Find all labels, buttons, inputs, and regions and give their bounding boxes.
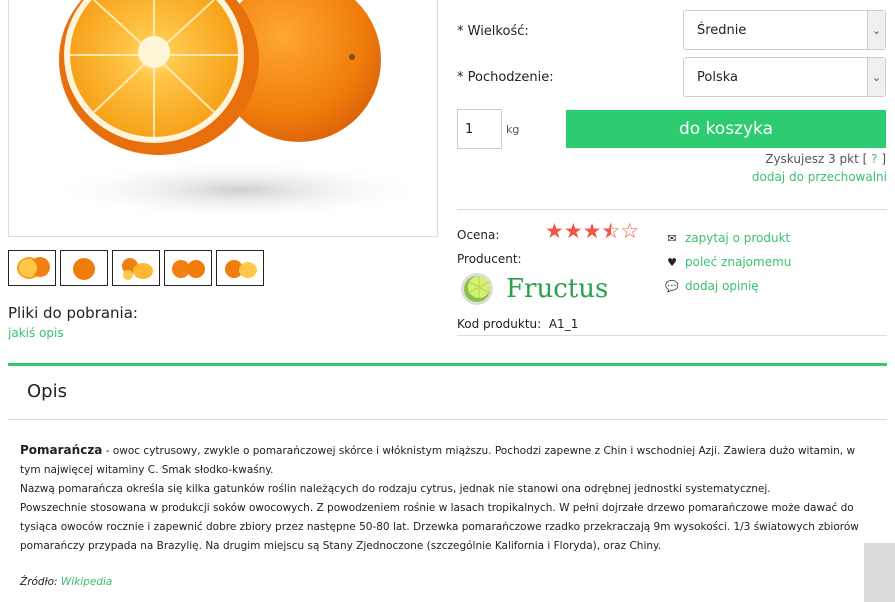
ask-about-product-link[interactable]: ✉ zapytaj o produkt [666, 226, 791, 250]
thumbnail-strip [8, 250, 264, 286]
chevron-down-icon: ⌄ [867, 58, 885, 96]
producer-name: Fructus [506, 274, 609, 304]
origin-select[interactable]: Polska ⌄ [683, 57, 886, 97]
producer-brand[interactable]: Fructus [460, 272, 608, 306]
downloads-title: Pliki do pobrania: [8, 304, 138, 322]
points-text: Zyskujesz 3 pkt [ [765, 152, 868, 166]
origin-label: * Pochodzenie: [457, 70, 554, 85]
ask-label: zapytaj o produkt [685, 231, 791, 245]
thumbnail-2[interactable] [60, 250, 108, 286]
star-empty-icon[interactable]: ☆ [620, 221, 639, 242]
rating-stars[interactable]: ★★★☆★☆ [545, 221, 639, 242]
envelope-icon: ✉ [667, 231, 677, 245]
product-code: Kod produktu: A1_1 [457, 317, 578, 331]
tab-accent-bar [8, 363, 887, 366]
divider [457, 335, 887, 336]
add-to-cart-button[interactable]: do koszyka [566, 110, 886, 148]
size-label: * Wielkość: [457, 24, 529, 39]
tab-description[interactable]: Opis [27, 381, 67, 402]
size-select[interactable]: Średnie ⌄ [683, 10, 886, 50]
description-line-3: Powszechnie stosowana w produkcji soków … [20, 502, 859, 552]
star-full-icon[interactable]: ★ [583, 221, 602, 242]
divider [8, 419, 887, 420]
comments-icon: 💬 [665, 279, 679, 293]
thumbnail-4[interactable] [164, 250, 212, 286]
size-select-value: Średnie [697, 22, 747, 38]
star-full-icon[interactable]: ★ [545, 221, 564, 242]
rating-label: Ocena: [457, 228, 500, 242]
points-help-link[interactable]: ? [871, 152, 877, 166]
scroll-to-top-button[interactable] [864, 543, 895, 602]
recommend-link[interactable]: ♥ poleć znajomemu [666, 250, 791, 274]
download-file-link[interactable]: jakiś opis [8, 326, 64, 340]
description-line-2: Nazwą pomarańcza określa się kilka gatun… [20, 483, 771, 495]
product-actions: ✉ zapytaj o produkt ♥ poleć znajomemu 💬 … [665, 226, 791, 298]
quantity-unit: kg [506, 123, 520, 136]
thumbnail-3[interactable] [112, 250, 160, 286]
source-link[interactable]: Wikipedia [61, 576, 112, 588]
chevron-down-icon: ⌄ [867, 11, 885, 49]
description-term: Pomarańcza [20, 443, 103, 457]
quantity-input[interactable]: 1 [457, 109, 502, 149]
recommend-label: poleć znajomemu [685, 255, 792, 269]
divider [457, 209, 887, 210]
description-text: Pomarańcza - owoc cytrusowy, zwykle o po… [20, 441, 878, 556]
review-label: dodaj opinię [685, 279, 759, 293]
product-main-image[interactable] [8, 0, 438, 237]
points-info: Zyskujesz 3 pkt [ ? ] [765, 152, 886, 166]
star-half-icon[interactable]: ☆★ [601, 221, 620, 242]
product-code-label: Kod produktu: [457, 317, 542, 331]
producer-label: Producent: [457, 252, 522, 266]
source-note: Źródło: Wikipedia [20, 576, 112, 588]
product-code-value: A1_1 [548, 317, 579, 331]
star-full-icon[interactable]: ★ [564, 221, 583, 242]
thumbnail-5[interactable] [216, 250, 264, 286]
source-label: Źródło: [20, 576, 61, 588]
points-close: ] [881, 152, 886, 166]
origin-select-value: Polska [697, 69, 738, 85]
add-review-link[interactable]: 💬 dodaj opinię [665, 274, 791, 298]
thumbnail-1[interactable] [8, 250, 56, 286]
add-to-storage-link[interactable]: dodaj do przechowalni [752, 170, 887, 184]
lime-logo-icon [461, 273, 493, 305]
heart-icon: ♥ [667, 255, 677, 269]
description-line-1: - owoc cytrusowy, zwykle o pomarańczowej… [20, 445, 856, 476]
